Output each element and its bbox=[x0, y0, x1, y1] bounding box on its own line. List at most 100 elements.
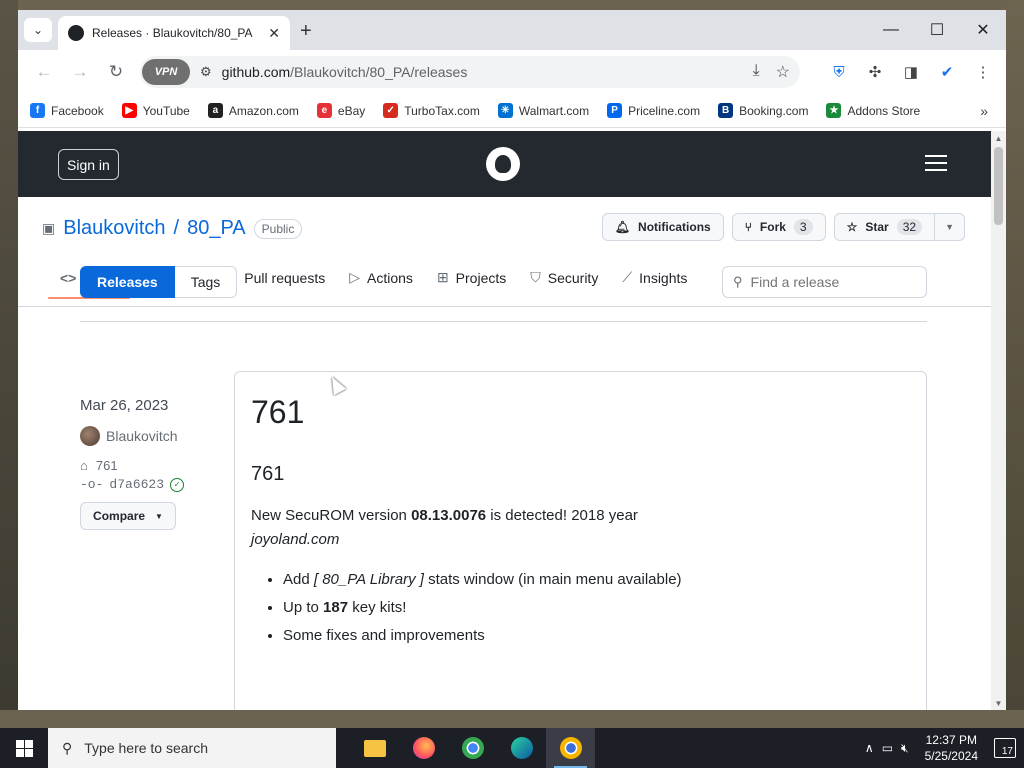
chevron-up-icon[interactable]: ∧ bbox=[865, 741, 874, 755]
security-icon: ⛉ bbox=[530, 269, 541, 285]
hamburger-menu-icon[interactable] bbox=[925, 155, 947, 176]
github-logo-icon[interactable] bbox=[486, 147, 520, 181]
install-app-icon[interactable]: ⤓ bbox=[753, 62, 760, 82]
notification-center-icon[interactable]: 17 bbox=[994, 738, 1016, 758]
turbotax-icon: ✓ bbox=[383, 103, 399, 118]
taskbar-search[interactable]: ⚲ Type here to search bbox=[48, 728, 336, 768]
fork-button[interactable]: ⑂ Fork 3 bbox=[731, 213, 826, 241]
tab-projects[interactable]: ⊞ Projects bbox=[425, 263, 518, 298]
release-title[interactable]: 761 bbox=[251, 394, 910, 431]
repo-owner-link[interactable]: Blaukovitch bbox=[63, 217, 165, 240]
release-notes-list: Add [ 80_PA Library ] stats window (in m… bbox=[283, 566, 910, 650]
find-release-box[interactable]: ⚲ bbox=[722, 266, 927, 298]
tab-actions[interactable]: ▷ Actions bbox=[337, 263, 425, 298]
star-button[interactable]: ☆ Star 32 bbox=[833, 213, 936, 241]
list-item: Some fixes and improvements bbox=[283, 622, 910, 650]
release-tag[interactable]: ⌂ 761 bbox=[80, 458, 220, 473]
reload-icon[interactable]: ↻ bbox=[100, 56, 132, 88]
sign-in-button[interactable]: Sign in bbox=[58, 149, 119, 180]
address-bar[interactable]: VPN ⚙ github.com/Blaukovitch/80_PA/relea… bbox=[140, 56, 800, 88]
chrome-icon[interactable] bbox=[448, 728, 497, 768]
list-item: Add [ 80_PA Library ] stats window (in m… bbox=[283, 566, 910, 594]
bookmark-booking-com[interactable]: B Booking.com bbox=[718, 103, 808, 118]
browser-tab[interactable]: Releases · Blaukovitch/80_PA ✕ bbox=[58, 16, 290, 50]
forward-icon[interactable]: → bbox=[64, 56, 96, 88]
network-icon[interactable]: ▭ bbox=[882, 741, 893, 755]
desktop-left-strip bbox=[0, 0, 18, 710]
divider bbox=[80, 321, 927, 322]
bookmark-walmart-com[interactable]: ✳ Walmart.com bbox=[497, 103, 589, 118]
star-icon: ☆ bbox=[846, 220, 858, 234]
new-tab-button[interactable]: + bbox=[300, 20, 312, 43]
clock[interactable]: 12:37 PM 5/25/2024 bbox=[925, 732, 978, 764]
volume-muted-icon[interactable]: 🔇︎ bbox=[901, 741, 909, 756]
tab-insights[interactable]: ⟋ Insights bbox=[610, 263, 699, 298]
menu-kebab-icon[interactable]: ⋮ bbox=[970, 59, 996, 85]
maximize-icon[interactable]: ☐ bbox=[914, 10, 960, 50]
edge-icon[interactable] bbox=[497, 728, 546, 768]
desktop-right-strip bbox=[1006, 0, 1024, 710]
bookmark-turbotax-com[interactable]: ✓ TurboTax.com bbox=[383, 103, 480, 118]
vpn-badge[interactable]: VPN bbox=[142, 59, 190, 85]
github-header: Sign in bbox=[18, 131, 991, 197]
visibility-badge: Public bbox=[253, 218, 303, 239]
extensions-area: ⛨ ✣ ◨ ✔ ⋮ bbox=[826, 56, 996, 88]
search-icon: ⚲ bbox=[733, 274, 743, 289]
extensions-puzzle-icon[interactable]: ✣ bbox=[862, 59, 888, 85]
release-meta: Mar 26, 2023 Blaukovitch ⌂ 761 -o- d7a66… bbox=[80, 397, 220, 530]
page-scrollbar[interactable]: ▲ ▼ bbox=[991, 131, 1006, 710]
tab-search-button[interactable]: ⌄ bbox=[24, 18, 52, 42]
ebay-icon: e bbox=[316, 103, 332, 118]
compare-button[interactable]: Compare ▼ bbox=[80, 502, 176, 530]
releases-tags-toggle: Releases Tags bbox=[80, 266, 238, 298]
addons-icon: ★ bbox=[826, 103, 842, 118]
browser-active-icon[interactable] bbox=[546, 728, 595, 768]
release-author[interactable]: Blaukovitch bbox=[80, 426, 220, 446]
search-icon: ⚲ bbox=[62, 739, 73, 756]
minimize-icon[interactable]: — bbox=[868, 10, 914, 50]
verified-check-icon: ✓ bbox=[170, 477, 185, 492]
back-icon[interactable]: ← bbox=[28, 56, 60, 88]
scroll-thumb[interactable] bbox=[994, 147, 1003, 225]
tab-security[interactable]: ⛉ Security bbox=[518, 263, 610, 298]
shield-extension-icon[interactable]: ⛨ bbox=[826, 59, 852, 85]
release-description: New SecuROM version 08.13.0076 is detect… bbox=[251, 507, 638, 548]
scroll-down-icon[interactable]: ▼ bbox=[991, 696, 1006, 710]
windows-logo-icon bbox=[15, 739, 33, 757]
bookmark-star-icon[interactable]: ☆ bbox=[776, 62, 790, 82]
site-info-icon[interactable]: ⚙ bbox=[200, 64, 212, 80]
notifications-button[interactable]: 🔔︎ Notifications bbox=[601, 213, 724, 241]
youtube-icon: ▶ bbox=[121, 103, 137, 118]
bookmark-addons-store[interactable]: ★ Addons Store bbox=[826, 103, 920, 118]
chevron-down-icon: ▼ bbox=[155, 511, 163, 521]
close-window-icon[interactable]: ✕ bbox=[960, 10, 1006, 50]
code-icon: <> bbox=[60, 269, 77, 286]
bookmark-ebay[interactable]: e eBay bbox=[316, 103, 365, 118]
bookmark-priceline-com[interactable]: P Priceline.com bbox=[607, 103, 700, 118]
find-release-input[interactable] bbox=[750, 274, 911, 290]
repo-name-link[interactable]: 80_PA bbox=[187, 217, 246, 240]
close-icon[interactable]: ✕ bbox=[268, 25, 280, 42]
releases-tab[interactable]: Releases bbox=[80, 266, 175, 298]
amazon-icon: a bbox=[207, 103, 223, 118]
side-panel-icon[interactable]: ◨ bbox=[898, 59, 924, 85]
bookmark-facebook[interactable]: f Facebook bbox=[30, 103, 104, 118]
commit-icon: -o- bbox=[80, 477, 104, 492]
scroll-up-icon[interactable]: ▲ bbox=[991, 131, 1006, 145]
page-content: Sign in ▣ Blaukovitch / 80_PA Public 🔔︎ … bbox=[18, 131, 991, 710]
firefox-icon[interactable] bbox=[399, 728, 448, 768]
walmart-icon: ✳ bbox=[497, 103, 513, 118]
bookmark-amazon-com[interactable]: a Amazon.com bbox=[207, 103, 299, 118]
tags-tab[interactable]: Tags bbox=[174, 266, 238, 298]
security-extension-icon[interactable]: ✔ bbox=[934, 59, 960, 85]
release-commit[interactable]: -o- d7a6623 ✓ bbox=[80, 477, 220, 492]
more-bookmarks-icon[interactable]: » bbox=[980, 103, 988, 119]
file-explorer-icon[interactable] bbox=[350, 728, 399, 768]
star-dropdown-button[interactable]: ▼ bbox=[935, 213, 965, 241]
bookmark-youtube[interactable]: ▶ YouTube bbox=[121, 103, 190, 118]
start-button[interactable] bbox=[0, 728, 48, 768]
star-count: 32 bbox=[896, 219, 923, 235]
url-text[interactable]: github.com/Blaukovitch/80_PA/releases bbox=[222, 64, 468, 80]
desktop-background bbox=[0, 0, 1024, 10]
release-date: Mar 26, 2023 bbox=[80, 397, 169, 414]
